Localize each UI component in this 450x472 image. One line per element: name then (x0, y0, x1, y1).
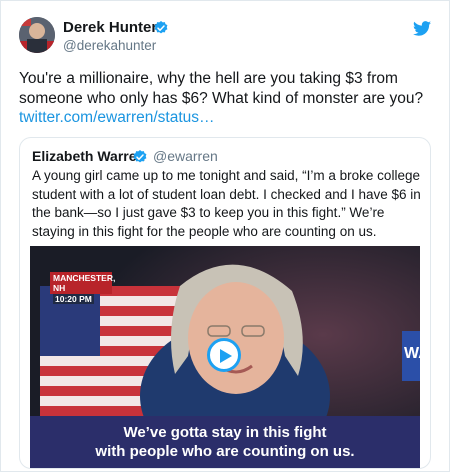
author-avatar[interactable] (19, 17, 55, 53)
locator-place: MANCHESTER, NH (53, 273, 116, 293)
caption-line-1: We’ve gotta stay in this fight (123, 424, 327, 441)
quoted-tweet[interactable]: Elizabeth Warren @ewarren A young girl c… (19, 137, 431, 469)
video-caption: We’ve gotta stay in this fight with peop… (30, 416, 420, 468)
tweet-card[interactable]: Derek Hunter @derekahunter You're a mill… (0, 0, 450, 472)
play-button[interactable] (207, 338, 241, 372)
tweet-link[interactable]: twitter.com/ewarren/status… (19, 109, 215, 127)
locator-time: 10:20 PM (53, 294, 94, 304)
author-name[interactable]: Derek Hunter (63, 19, 157, 36)
video-player[interactable]: WA MANCHESTER, NH 10:20 PM We’ve gotta (30, 246, 420, 468)
stage-sign-text: WA (404, 345, 420, 362)
play-icon (220, 349, 232, 363)
verified-badge-icon (133, 150, 147, 163)
verified-badge-icon (154, 21, 168, 34)
quoted-author-handle[interactable]: @ewarren (153, 148, 218, 164)
twitter-bird-icon[interactable] (413, 21, 431, 36)
tweet-text: You're a millionaire, why the hell are y… (19, 70, 424, 107)
caption-line-2: with people who are counting on us. (95, 443, 355, 460)
location-lower-third: MANCHESTER, NH 10:20 PM (50, 272, 116, 304)
quoted-author-name[interactable]: Elizabeth Warren (32, 148, 145, 164)
quoted-tweet-text: A young girl came up to me tonight and s… (32, 168, 421, 239)
author-handle[interactable]: @derekahunter (63, 38, 156, 53)
